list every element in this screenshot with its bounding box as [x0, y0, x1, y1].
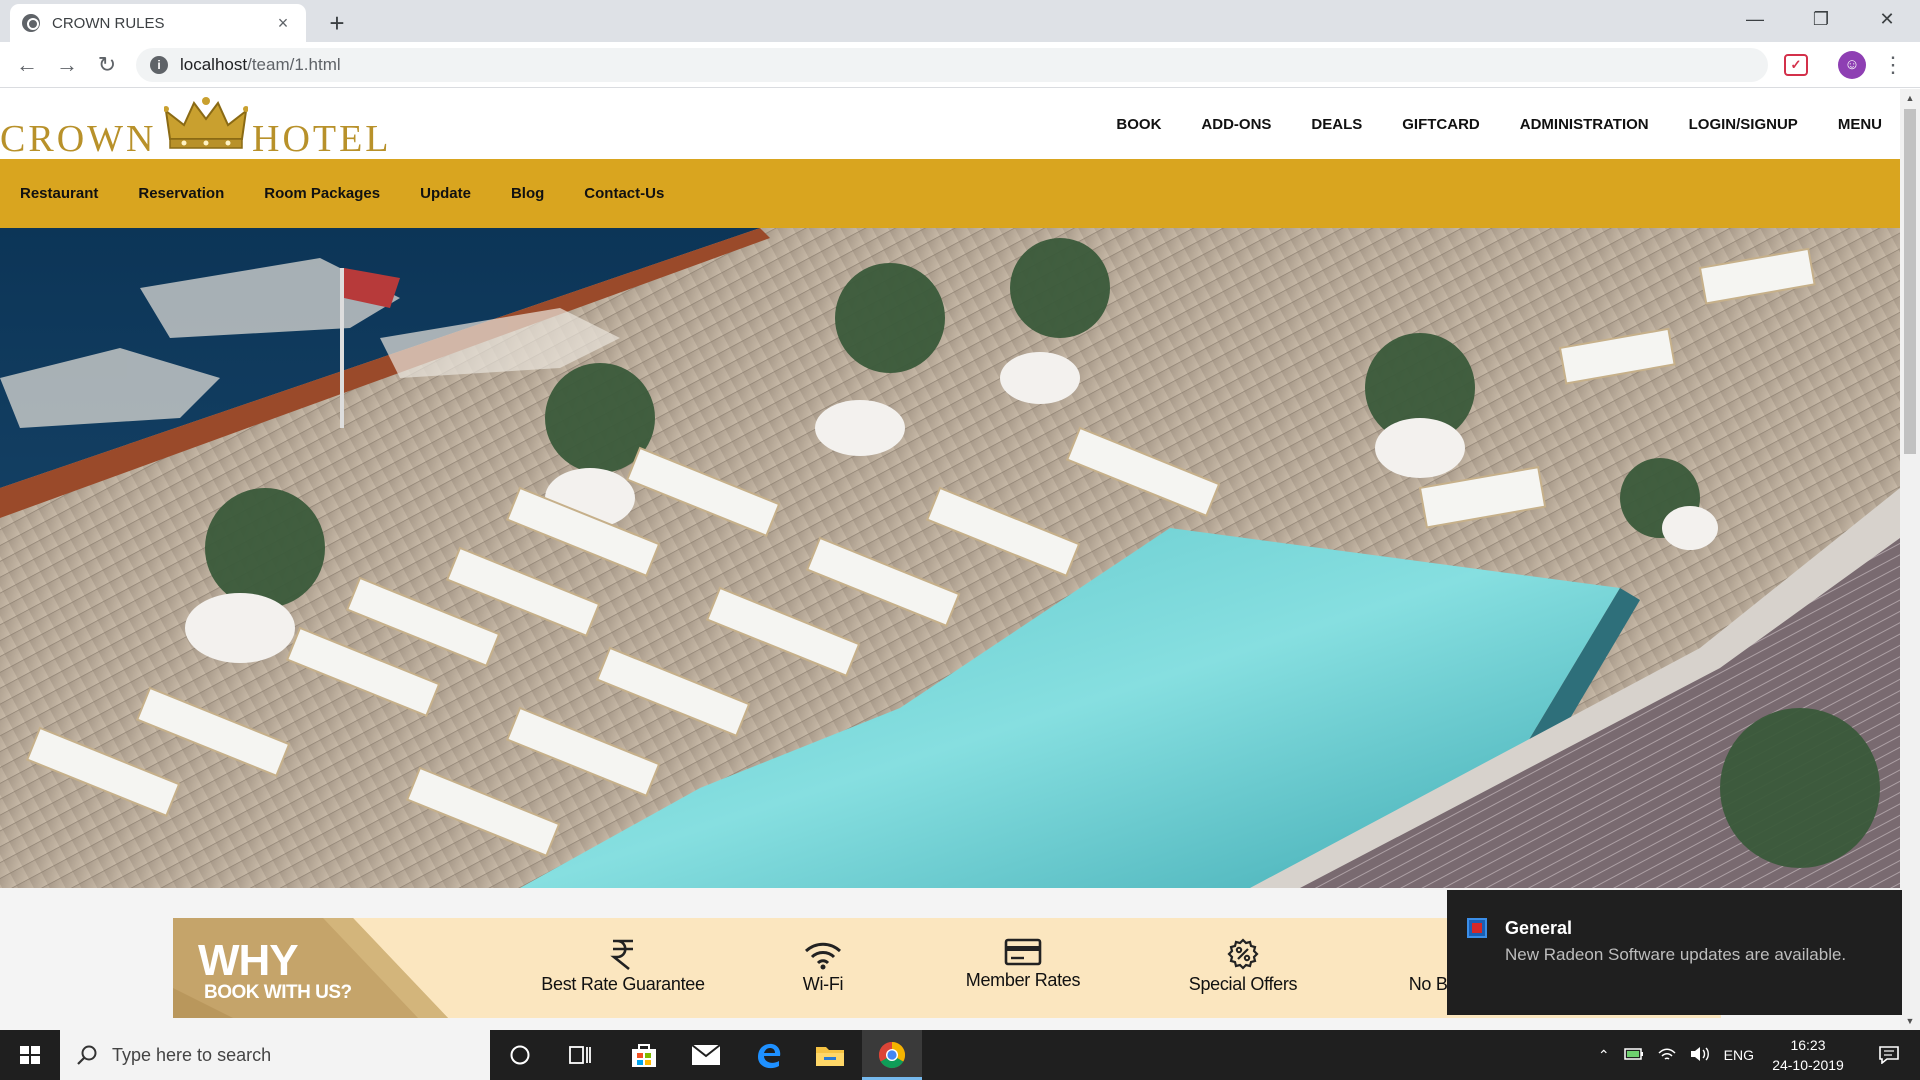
tab-title: CROWN RULES	[52, 14, 165, 32]
scrollbar-thumb[interactable]	[1904, 109, 1916, 454]
feature-label: Wi-Fi	[802, 974, 844, 994]
page-viewport: CROWN HOTEL BOOK ADD-ONS DEALS GIFTCARD …	[0, 89, 1920, 1030]
nav-deals[interactable]: DEALS	[1311, 116, 1362, 133]
pocket-extension-icon[interactable]: ✓	[1784, 54, 1808, 76]
rupee-icon	[513, 936, 733, 970]
nav-add-ons[interactable]: ADD-ONS	[1201, 116, 1271, 133]
clock[interactable]: 16:23 24-10-2019	[1768, 1035, 1848, 1075]
url-text: localhost/team/1.html	[180, 55, 341, 75]
browser-toolbar: ← → ↻ localhost/team/1.html ✓ ☺ ⋮	[0, 42, 1920, 88]
page-scrollbar[interactable]: ▲ ▼	[1900, 89, 1920, 1030]
card-icon	[933, 932, 1113, 966]
taskbar-search[interactable]: Type here to search	[60, 1030, 490, 1080]
top-navigation: BOOK ADD-ONS DEALS GIFTCARD ADMINISTRATI…	[1076, 89, 1882, 159]
minimize-button[interactable]: —	[1722, 0, 1788, 38]
tab-close-button[interactable]: ×	[272, 13, 294, 34]
feature-best-rate: Best Rate Guarantee	[513, 936, 733, 995]
subnav-room-packages[interactable]: Room Packages	[264, 185, 380, 202]
profile-avatar-icon[interactable]: ☺	[1838, 51, 1866, 79]
why-title: WHY	[198, 936, 299, 985]
subnav-reservation[interactable]: Reservation	[138, 185, 224, 202]
toast-title: General	[1505, 918, 1573, 938]
start-button[interactable]	[0, 1030, 60, 1080]
site-header: CROWN HOTEL BOOK ADD-ONS DEALS GIFTCARD …	[0, 89, 1900, 160]
nav-menu[interactable]: MENU	[1838, 116, 1882, 133]
clock-time: 16:23	[1790, 1037, 1826, 1053]
wifi-icon	[773, 936, 873, 970]
feature-wifi: Wi-Fi	[773, 936, 873, 995]
language-indicator[interactable]: ENG	[1724, 1047, 1754, 1063]
logo-text-right: HOTEL	[252, 118, 392, 160]
pool-deck-illustration	[0, 228, 1900, 888]
subnav-contact-us[interactable]: Contact-Us	[584, 185, 664, 202]
toast-body: New Radeon Software updates are availabl…	[1505, 945, 1847, 964]
radeon-icon	[1467, 918, 1487, 938]
hero-image	[0, 228, 1900, 888]
search-icon	[77, 1045, 97, 1065]
why-badge: WHY BOOK WITH US?	[173, 918, 448, 1018]
globe-icon	[22, 14, 40, 32]
url-host: localhost	[180, 55, 248, 74]
feature-special-offers: Special Offers	[1153, 936, 1333, 995]
show-hidden-icons-icon[interactable]: ⌃	[1598, 1047, 1610, 1064]
edge-icon[interactable]	[738, 1030, 798, 1080]
system-tray: ⌃ ENG 16:23 24-10-2019	[1598, 1030, 1920, 1080]
scroll-up-arrow[interactable]: ▲	[1900, 89, 1920, 107]
new-tab-button[interactable]: +	[322, 8, 352, 38]
battery-icon[interactable]	[1623, 1047, 1644, 1064]
cortana-icon[interactable]	[490, 1030, 550, 1080]
reload-button[interactable]: ↻	[92, 50, 122, 80]
network-icon[interactable]	[1658, 1046, 1676, 1065]
why-subtitle: BOOK WITH US?	[204, 982, 352, 1003]
back-button[interactable]: ←	[12, 50, 42, 80]
secondary-navigation: Restaurant Reservation Room Packages Upd…	[0, 159, 1900, 228]
file-explorer-icon[interactable]	[800, 1030, 860, 1080]
logo-text-left: CROWN	[0, 118, 157, 160]
discount-icon	[1153, 936, 1333, 970]
feature-label: Best Rate Guarantee	[541, 974, 705, 994]
notification-toast[interactable]: General New Radeon Software updates are …	[1447, 890, 1902, 1015]
browser-menu-icon[interactable]: ⋮	[1882, 51, 1904, 79]
window-controls: — ❐ ✕	[1722, 0, 1920, 38]
action-center-icon[interactable]	[1874, 1030, 1904, 1080]
site-info-icon[interactable]	[150, 56, 168, 74]
windows-logo-icon	[20, 1046, 40, 1064]
scroll-down-arrow[interactable]: ▼	[1900, 1012, 1920, 1030]
forward-button[interactable]: →	[52, 50, 82, 80]
task-view-icon[interactable]	[550, 1030, 610, 1080]
chrome-icon[interactable]	[862, 1030, 922, 1080]
subnav-blog[interactable]: Blog	[511, 185, 544, 202]
subnav-restaurant[interactable]: Restaurant	[20, 185, 98, 202]
feature-member-rates: Member Rates	[933, 932, 1113, 991]
search-placeholder: Type here to search	[112, 1044, 272, 1065]
feature-label: Member Rates	[965, 970, 1081, 990]
restore-button[interactable]: ❐	[1788, 0, 1854, 38]
nav-login-signup[interactable]: LOGIN/SIGNUP	[1689, 116, 1798, 133]
nav-administration[interactable]: ADMINISTRATION	[1520, 116, 1649, 133]
volume-icon[interactable]	[1690, 1046, 1710, 1065]
address-bar[interactable]: localhost/team/1.html	[136, 48, 1768, 82]
browser-tab[interactable]: CROWN RULES ×	[10, 4, 306, 42]
hotel-logo[interactable]: CROWN HOTEL	[0, 95, 400, 160]
url-path: /team/1.html	[247, 55, 341, 74]
nav-giftcard[interactable]: GIFTCARD	[1402, 116, 1480, 133]
crown-icon	[164, 97, 248, 149]
close-window-button[interactable]: ✕	[1854, 0, 1920, 38]
nav-book[interactable]: BOOK	[1116, 116, 1161, 133]
subnav-update[interactable]: Update	[420, 185, 471, 202]
feature-label: Special Offers	[1188, 974, 1298, 994]
browser-tabstrip: CROWN RULES × + — ❐ ✕	[0, 0, 1920, 42]
store-icon[interactable]	[614, 1030, 674, 1080]
windows-taskbar: Type here to search ⌃ ENG 16:23 24-10-20…	[0, 1030, 1920, 1080]
mail-icon[interactable]	[676, 1030, 736, 1080]
clock-date: 24-10-2019	[1772, 1057, 1844, 1073]
